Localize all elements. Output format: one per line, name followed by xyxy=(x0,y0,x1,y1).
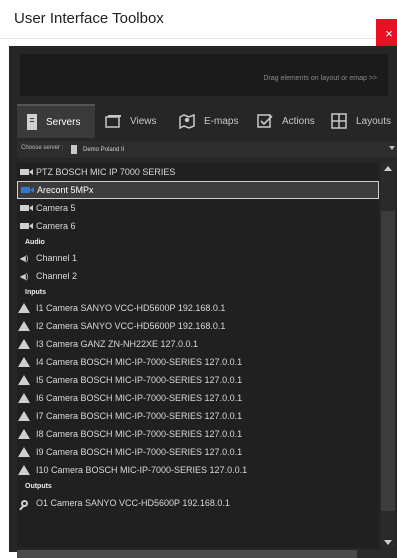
vertical-scrollbar[interactable] xyxy=(381,163,395,548)
layouts-icon xyxy=(331,113,347,129)
server-icon xyxy=(27,114,37,130)
list-item-label: PTZ BOSCH MIC IP 7000 SERIES xyxy=(36,167,176,177)
title-bar: User Interface Toolbox × xyxy=(0,0,397,49)
list-item-label: I1 Camera SANYO VCC-HD5600P 192.168.0.1 xyxy=(36,303,226,313)
server-select-value: Demo Poland II xyxy=(83,146,125,153)
actions-icon xyxy=(257,114,273,128)
input-icon xyxy=(18,303,30,313)
list-item-label: I5 Camera BOSCH MIC-IP-7000-SERIES 127.0… xyxy=(36,375,243,385)
horizontal-scrollbar-thumb[interactable] xyxy=(17,550,357,558)
tab-actions[interactable]: Actions xyxy=(257,104,329,138)
list-item-label: Camera 5 xyxy=(36,203,76,213)
window-title: User Interface Toolbox xyxy=(14,10,164,27)
input-icon xyxy=(18,321,30,331)
list-item-camera[interactable]: Camera 6 xyxy=(17,217,379,235)
server-chooser-label: Choose server : xyxy=(21,145,64,151)
output-icon xyxy=(20,499,28,507)
toolbox-panel: Drag elements on layout or emap >> Serve… xyxy=(9,46,397,558)
input-icon xyxy=(18,339,30,349)
list-item-label: I6 Camera BOSCH MIC-IP-7000-SERIES 127.0… xyxy=(36,393,243,403)
tab-bar: Servers Views E-maps Actions Layouts xyxy=(17,104,397,138)
tab-layouts-label: Layouts xyxy=(356,115,392,127)
speaker-icon: ◀) xyxy=(19,253,29,263)
tab-views[interactable]: Views xyxy=(105,104,175,138)
list-item-input[interactable]: I7 Camera BOSCH MIC-IP-7000-SERIES 127.0… xyxy=(17,407,379,425)
server-icon xyxy=(71,145,77,154)
list-item-label: O1 Camera SANYO VCC-HD5600P 192.168.0.1 xyxy=(36,498,230,508)
section-header-outputs: Outputs xyxy=(25,482,52,490)
list-item-label: I7 Camera BOSCH MIC-IP-7000-SERIES 127.0… xyxy=(36,411,243,421)
list-item-label: I9 Camera BOSCH MIC-IP-7000-SERIES 127.0… xyxy=(36,447,243,457)
camera-icon xyxy=(19,205,33,211)
tab-servers-label: Servers xyxy=(46,116,81,128)
section-header-audio: Audio xyxy=(25,238,45,246)
list-item-audio[interactable]: ◀) Channel 1 xyxy=(17,249,379,267)
server-chooser: Choose server : Demo Poland II xyxy=(17,141,397,158)
list-item-camera-selected[interactable]: Arecont 5MPx xyxy=(17,181,379,199)
input-icon xyxy=(18,375,30,385)
tab-layouts[interactable]: Layouts xyxy=(331,104,397,138)
tab-servers[interactable]: Servers xyxy=(17,104,95,138)
list-item-input[interactable]: I2 Camera SANYO VCC-HD5600P 192.168.0.1 xyxy=(17,317,379,335)
input-icon xyxy=(18,393,30,403)
list-item-label: Channel 2 xyxy=(36,271,78,281)
speaker-icon: ◀) xyxy=(19,271,29,281)
list-item-input[interactable]: I9 Camera BOSCH MIC-IP-7000-SERIES 127.0… xyxy=(17,443,379,461)
scroll-up-icon[interactable] xyxy=(384,166,392,171)
close-button[interactable]: × xyxy=(376,19,397,49)
list-item-label: I8 Camera BOSCH MIC-IP-7000-SERIES 127.0… xyxy=(36,429,243,439)
list-item-camera[interactable]: PTZ BOSCH MIC IP 7000 SERIES xyxy=(17,163,379,181)
chevron-down-icon xyxy=(389,146,395,150)
map-icon xyxy=(179,113,195,129)
list-item-label: Camera 6 xyxy=(36,221,76,231)
list-item-label: I3 Camera GANZ ZN-NH22XE 127.0.0.1 xyxy=(36,339,199,349)
list-item-label: I10 Camera BOSCH MIC-IP-7000-SERIES 127.… xyxy=(36,465,248,475)
device-tree: PTZ BOSCH MIC IP 7000 SERIES Arecont 5MP… xyxy=(17,163,379,548)
camera-icon xyxy=(20,187,34,193)
section-header-inputs: Inputs xyxy=(25,288,46,296)
horizontal-scrollbar[interactable] xyxy=(17,550,397,558)
list-item-label: I2 Camera SANYO VCC-HD5600P 192.168.0.1 xyxy=(36,321,226,331)
server-select[interactable]: Demo Poland II xyxy=(71,141,395,158)
tab-emaps[interactable]: E-maps xyxy=(179,104,251,138)
scroll-down-icon[interactable] xyxy=(384,540,392,545)
tab-views-label: Views xyxy=(130,115,157,127)
input-icon xyxy=(18,429,30,439)
input-icon xyxy=(18,411,30,421)
list-item-input[interactable]: I10 Camera BOSCH MIC-IP-7000-SERIES 127.… xyxy=(17,461,379,479)
input-icon xyxy=(18,357,30,367)
list-item-audio[interactable]: ◀) Channel 2 xyxy=(17,267,379,285)
views-icon xyxy=(105,114,121,128)
scrollbar-thumb[interactable] xyxy=(381,211,395,511)
input-icon xyxy=(18,447,30,457)
list-item-input[interactable]: I5 Camera BOSCH MIC-IP-7000-SERIES 127.0… xyxy=(17,371,379,389)
list-item-input[interactable]: I8 Camera BOSCH MIC-IP-7000-SERIES 127.0… xyxy=(17,425,379,443)
list-item-label: Channel 1 xyxy=(36,253,78,263)
list-item-output[interactable]: O1 Camera SANYO VCC-HD5600P 192.168.0.1 xyxy=(17,494,379,512)
list-item-camera[interactable]: Camera 5 xyxy=(17,199,379,217)
tab-emaps-label: E-maps xyxy=(204,115,239,127)
camera-icon xyxy=(19,223,33,229)
list-item-input[interactable]: I6 Camera BOSCH MIC-IP-7000-SERIES 127.0… xyxy=(17,389,379,407)
list-item-input[interactable]: I4 Camera BOSCH MIC-IP-7000-SERIES 127.0… xyxy=(17,353,379,371)
tab-actions-label: Actions xyxy=(282,115,315,127)
list-item-input[interactable]: I3 Camera GANZ ZN-NH22XE 127.0.0.1 xyxy=(17,335,379,353)
list-item-input[interactable]: I1 Camera SANYO VCC-HD5600P 192.168.0.1 xyxy=(17,299,379,317)
list-item-label: Arecont 5MPx xyxy=(37,185,94,195)
drop-hint: Drag elements on layout or emap >> xyxy=(263,75,377,82)
list-item-label: I4 Camera BOSCH MIC-IP-7000-SERIES 127.0… xyxy=(36,357,243,367)
drop-zone[interactable]: Drag elements on layout or emap >> xyxy=(20,54,388,96)
input-icon xyxy=(18,465,30,475)
camera-icon xyxy=(19,169,33,175)
